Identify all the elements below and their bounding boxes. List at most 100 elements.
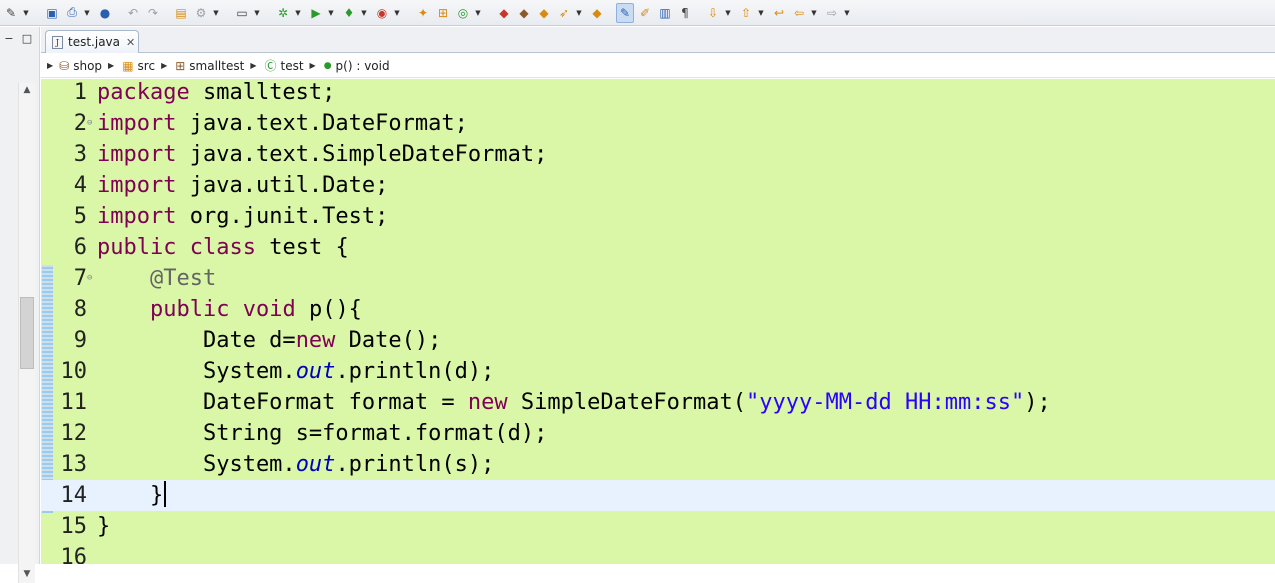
show-whitespace-icon[interactable]: ¶ <box>676 3 694 23</box>
new-class-icon[interactable]: ◎ <box>454 3 472 23</box>
code-line[interactable]: 15} <box>41 511 1275 542</box>
vertical-scrollbar[interactable]: ▲ ▼ <box>18 83 35 583</box>
redo-icon[interactable]: ↷ <box>144 3 162 23</box>
web-browser-icon[interactable]: ● <box>96 3 114 23</box>
chevron-down-icon[interactable]: ▼ <box>575 3 583 23</box>
open-perspective-icon[interactable]: ◆ <box>535 3 553 23</box>
mark-occurrences-icon[interactable]: ✎ <box>616 2 634 23</box>
code-line[interactable]: 6 public class test { <box>41 232 1275 263</box>
code-token: Date(); <box>335 328 442 353</box>
code-editor[interactable]: 1 package smalltest; 2 ⊖ import java.text.Da… <box>41 79 1275 564</box>
line-number: 15 <box>60 514 88 539</box>
code-token: org.junit.Test; <box>176 204 389 229</box>
code-text: System.out.println(d); <box>97 356 494 387</box>
debug-icon[interactable]: ✲ <box>274 3 292 23</box>
breadcrumb-item-smalltest[interactable]: ⊞ smalltest ▶ <box>175 59 264 73</box>
chevron-down-icon[interactable]: ▼ <box>212 3 220 23</box>
chevron-right-icon[interactable]: ▶ <box>47 61 53 70</box>
search-pin-icon[interactable]: ➶ <box>555 3 573 23</box>
code-line[interactable]: 3 import java.text.SimpleDateFormat; <box>41 139 1275 170</box>
breadcrumb-item-method[interactable]: ● p() : void <box>324 59 390 73</box>
chevron-down-icon[interactable]: ▼ <box>360 3 368 23</box>
code-line[interactable]: 5 import org.junit.Test; <box>41 201 1275 232</box>
maximize-icon[interactable]: □ <box>20 31 34 45</box>
fold-toggle-icon[interactable]: ⊖ <box>87 108 92 139</box>
open-console-icon[interactable]: ▭ <box>233 3 251 23</box>
save-all-icon[interactable]: ▣ <box>43 3 61 23</box>
breadcrumb-start[interactable]: ▶ <box>47 61 59 70</box>
code-line[interactable]: 14 } <box>41 480 1275 511</box>
code-line[interactable]: 11 DateFormat format = new SimpleDateFor… <box>41 387 1275 418</box>
code-text: DateFormat format = new SimpleDateFormat… <box>97 387 1051 418</box>
chevron-down-icon[interactable]: ▼ <box>294 3 302 23</box>
code-line[interactable]: 12 String s=format.format(d); <box>41 418 1275 449</box>
code-line[interactable]: 16 <box>41 542 1275 564</box>
print-icon[interactable]: ⎙ <box>63 3 81 23</box>
breadcrumb-label: smalltest <box>189 58 245 73</box>
chevron-down-icon[interactable]: ▼ <box>810 3 818 23</box>
breadcrumb-item-test[interactable]: Ⓒ test ▶ <box>264 57 323 74</box>
run-icon[interactable]: ▶ <box>307 3 325 23</box>
code-text: } <box>97 511 110 542</box>
code-line[interactable]: 7 ⊖ @Test <box>41 263 1275 294</box>
scroll-up-icon[interactable]: ▲ <box>21 85 33 95</box>
line-number: 9 <box>73 328 87 353</box>
fold-toggle-icon[interactable]: ⊖ <box>87 263 92 294</box>
code-line[interactable]: 4 import java.util.Date; <box>41 170 1275 201</box>
chevron-down-icon[interactable]: ▼ <box>724 3 732 23</box>
block-selection-icon[interactable]: ▥ <box>656 3 674 23</box>
breadcrumb-item-src[interactable]: ▦ src ▶ <box>122 59 175 73</box>
chevron-right-icon[interactable]: ▶ <box>310 61 316 70</box>
line-number: 5 <box>73 204 87 229</box>
prev-annotation-icon[interactable]: ⇧ <box>737 3 755 23</box>
close-icon[interactable]: ✕ <box>126 36 135 49</box>
chevron-down-icon[interactable]: ▼ <box>253 3 261 23</box>
chevron-down-icon[interactable]: ▼ <box>83 3 91 23</box>
highlight-icon[interactable]: ✐ <box>636 3 654 23</box>
open-task-icon[interactable]: ◆ <box>515 3 533 23</box>
code-text: Date d=new Date(); <box>97 325 441 356</box>
open-type-icon[interactable]: ◆ <box>495 3 513 23</box>
chevron-right-icon[interactable]: ▶ <box>161 61 167 70</box>
code-line[interactable]: 2 ⊖ import java.text.DateFormat; <box>41 108 1275 139</box>
chevron-down-icon[interactable]: ▼ <box>757 3 765 23</box>
chevron-right-icon[interactable]: ▶ <box>108 61 114 70</box>
chevron-down-icon[interactable]: ▼ <box>22 3 30 23</box>
coverage-icon[interactable]: ◉ <box>373 3 391 23</box>
tab-label: test.java <box>68 35 121 49</box>
chevron-down-icon[interactable]: ▼ <box>474 3 482 23</box>
properties-icon[interactable]: ▤ <box>172 3 190 23</box>
new-package-icon[interactable]: ⊞ <box>434 3 452 23</box>
run-external-icon[interactable]: ♦ <box>340 3 358 23</box>
code-line[interactable]: 13 System.out.println(s); <box>41 449 1275 480</box>
scrollbar-thumb[interactable] <box>20 297 34 369</box>
back-icon[interactable]: ⇦ <box>790 3 808 23</box>
chevron-right-icon[interactable]: ▶ <box>250 61 256 70</box>
chevron-down-icon[interactable]: ▼ <box>843 3 851 23</box>
search-icon[interactable]: ⚙ <box>192 3 210 23</box>
line-number: 12 <box>60 421 88 446</box>
last-edit-icon[interactable]: ↩ <box>770 3 788 23</box>
breadcrumb-item-shop[interactable]: ⛁ shop ▶ <box>59 59 122 73</box>
line-number: 2 <box>73 111 87 136</box>
tab-test-java[interactable]: J test.java ✕ <box>45 30 139 53</box>
new-wizard-icon[interactable]: ✎ <box>2 3 20 23</box>
forward-icon[interactable]: ⇨ <box>823 3 841 23</box>
chevron-down-icon[interactable]: ▼ <box>327 3 335 23</box>
breadcrumb-label: shop <box>73 58 103 73</box>
folder-open-icon[interactable]: ◆ <box>588 3 606 23</box>
next-annotation-icon[interactable]: ⇩ <box>704 3 722 23</box>
code-line[interactable]: 9 Date d=new Date(); <box>41 325 1275 356</box>
minimize-icon[interactable]: − <box>2 31 16 45</box>
chevron-down-icon[interactable]: ▼ <box>393 3 401 23</box>
code-token: public <box>97 235 177 260</box>
new-java-project-icon[interactable]: ✦ <box>414 3 432 23</box>
code-line[interactable]: 1 package smalltest; <box>41 79 1275 108</box>
code-text: public void p(){ <box>97 294 362 325</box>
undo-icon[interactable]: ↶ <box>124 3 142 23</box>
code-line[interactable]: 8 public void p(){ <box>41 294 1275 325</box>
code-line[interactable]: 10 System.out.println(d); <box>41 356 1275 387</box>
scroll-down-icon[interactable]: ▼ <box>21 569 33 579</box>
